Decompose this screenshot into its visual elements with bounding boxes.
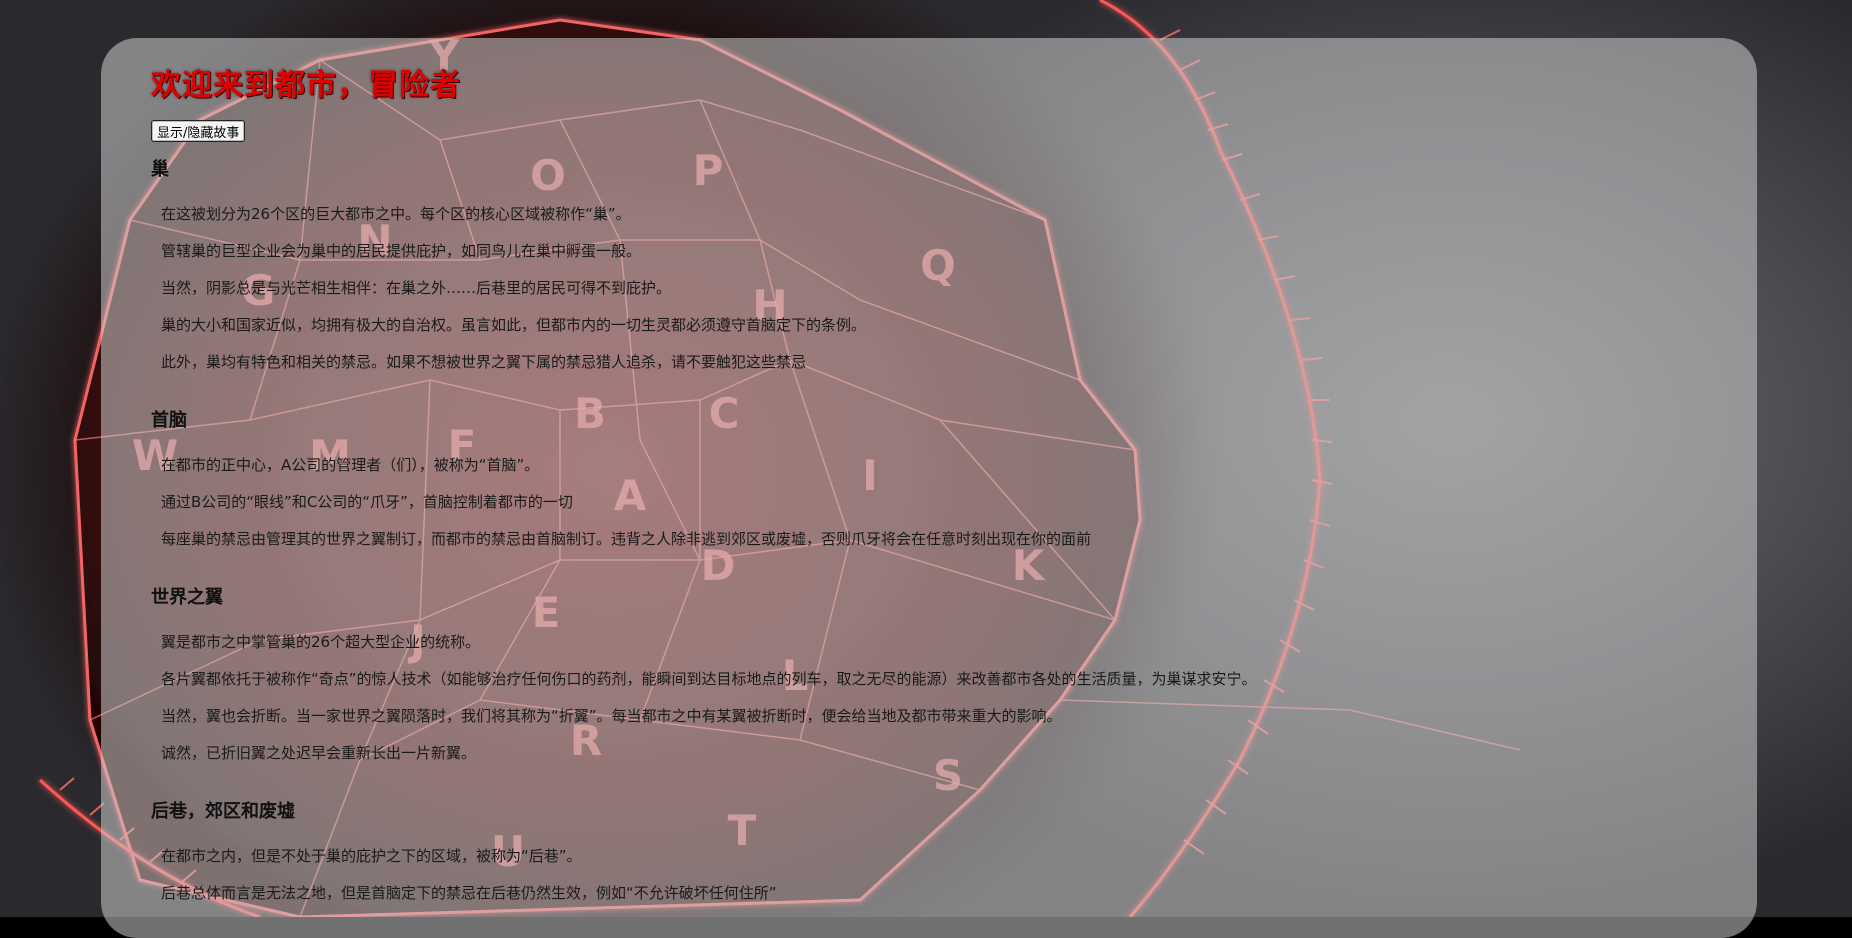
section-paragraph: 各片翼都依托于被称作“奇点”的惊人技术（如能够治疗任何伤口的药剂，能瞬间到达目标… xyxy=(161,670,1257,688)
section-paragraph: 诚然，已折旧翼之处迟早会重新长出一片新翼。 xyxy=(161,744,477,762)
section-nest: 巢 在这被划分为26个区的巨大都市之中。每个区的核心区域被称作“巢”。 管辖巢的… xyxy=(151,158,1707,381)
lore-panel: 欢迎来到都市，冒险者 显示/隐藏故事 巢 在这被划分为26个区的巨大都市之中。每… xyxy=(101,38,1757,938)
section-paragraph: 此外，巢均有特色和相关的禁忌。如果不想被世界之翼下属的禁忌猎人追杀，请不要触犯这… xyxy=(161,353,807,371)
section-heading: 首脑 xyxy=(151,410,187,431)
section-paragraph: 通过B公司的“眼线”和C公司的“爪牙”，首脑控制着都市的一切 xyxy=(161,493,573,511)
section-paragraph: 当然，翼也会折断。当一家世界之翼陨落时，我们将其称为“折翼”。每当都市之中有某翼… xyxy=(161,707,1062,725)
section-paragraph: 后巷总体而言是无法之地，但是首脑定下的禁忌在后巷仍然生效，例如“不允许破坏任何住… xyxy=(161,884,777,902)
section-paragraph: 在都市之内，但是不处于巢的庇护之下的区域，被称为“后巷”。 xyxy=(161,847,582,865)
section-paragraph: 每座巢的禁忌由管理其的世界之翼制订，而都市的禁忌由首脑制订。违背之人除非逃到郊区… xyxy=(161,530,1092,548)
section-heading: 世界之翼 xyxy=(151,587,223,608)
section-paragraph: 当然，阴影总是与光芒相生相伴：在巢之外……后巷里的居民可得不到庇护。 xyxy=(161,279,672,297)
section-wings: 世界之翼 翼是都市之中掌管巢的26个超大型企业的统称。 各片翼都依托于被称作“奇… xyxy=(151,586,1707,772)
section-backstreets: 后巷，郊区和废墟 在都市之内，但是不处于巢的庇护之下的区域，被称为“后巷”。 后… xyxy=(151,800,1707,912)
section-paragraph: 在都市的正中心，A公司的管理者（们），被称为“首脑”。 xyxy=(161,456,540,474)
toggle-story-button[interactable]: 显示/隐藏故事 xyxy=(151,120,246,142)
section-paragraph: 管辖巢的巨型企业会为巢中的居民提供庇护，如同鸟儿在巢中孵蛋一般。 xyxy=(161,242,642,260)
section-heading: 后巷，郊区和废墟 xyxy=(151,801,295,822)
section-head: 首脑 在都市的正中心，A公司的管理者（们），被称为“首脑”。 通过B公司的“眼线… xyxy=(151,409,1707,558)
page-title: 欢迎来到都市，冒险者 xyxy=(151,68,461,103)
section-paragraph: 在这被划分为26个区的巨大都市之中。每个区的核心区域被称作“巢”。 xyxy=(161,205,631,223)
section-paragraph: 翼是都市之中掌管巢的26个超大型企业的统称。 xyxy=(161,633,481,651)
section-paragraph: 巢的大小和国家近似，均拥有极大的自治权。虽言如此，但都市内的一切生灵都必须遵守首… xyxy=(161,316,867,334)
section-heading: 巢 xyxy=(151,159,169,180)
